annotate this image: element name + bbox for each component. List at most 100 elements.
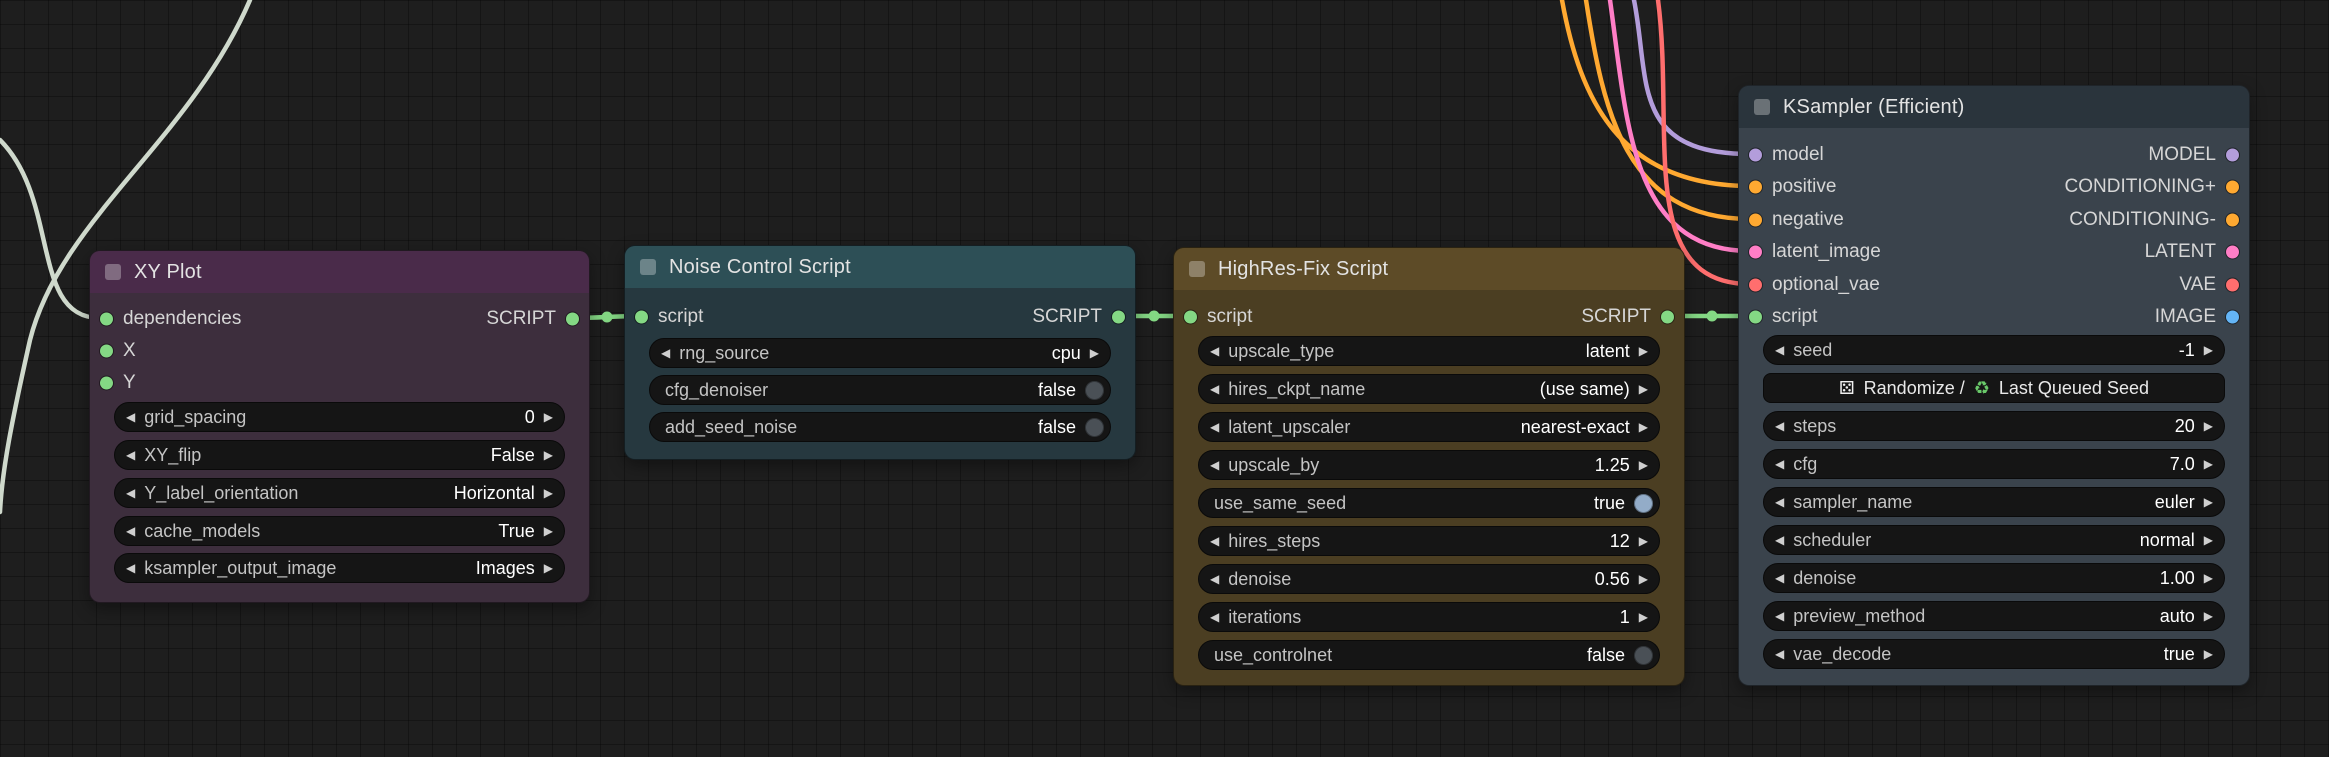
increment-arrow-icon[interactable]: ▶ [2204,458,2213,470]
widget-rng-source[interactable]: ◀ rng_source cpu ▶ [649,338,1111,368]
increment-arrow-icon[interactable]: ▶ [1639,611,1648,623]
decrement-arrow-icon[interactable]: ◀ [1210,611,1219,623]
collapse-box-icon[interactable] [105,264,121,280]
decrement-arrow-icon[interactable]: ◀ [126,525,135,537]
output-port-conditioning-plus[interactable] [2226,180,2239,194]
input-port-latent-image[interactable] [1749,245,1762,259]
increment-arrow-icon[interactable]: ▶ [2204,496,2213,508]
widget-steps[interactable]: ◀ steps 20 ▶ [1763,411,2225,441]
output-port-latent[interactable] [2226,245,2239,259]
node-ksampler-efficient[interactable]: KSampler (Efficient) model MODEL positiv… [1738,85,2250,686]
increment-arrow-icon[interactable]: ▶ [1639,535,1648,547]
decrement-arrow-icon[interactable]: ◀ [661,347,670,359]
widget-add-seed-noise[interactable]: add_seed_noise false [649,412,1111,442]
widget-sampler-name[interactable]: ◀ sampler_name euler ▶ [1763,487,2225,517]
widget-vae-decode[interactable]: ◀ vae_decode true ▶ [1763,639,2225,669]
widget-iterations[interactable]: ◀ iterations 1 ▶ [1198,602,1660,632]
decrement-arrow-icon[interactable]: ◀ [1210,383,1219,395]
increment-arrow-icon[interactable]: ▶ [1639,459,1648,471]
input-port-optional-vae[interactable] [1749,278,1762,292]
widget-seed[interactable]: ◀ seed -1 ▶ [1763,335,2225,365]
output-port-vae[interactable] [2226,278,2239,292]
widget-cfg-denoiser[interactable]: cfg_denoiser false [649,375,1111,405]
decrement-arrow-icon[interactable]: ◀ [1775,648,1784,660]
link-dot[interactable] [601,311,613,323]
input-port-script[interactable] [1749,310,1762,324]
output-port-script[interactable] [1112,310,1125,324]
increment-arrow-icon[interactable]: ▶ [544,449,553,461]
collapse-box-icon[interactable] [1754,99,1770,115]
increment-arrow-icon[interactable]: ▶ [2204,344,2213,356]
input-port-model[interactable] [1749,148,1762,162]
output-port-model[interactable] [2226,148,2239,162]
decrement-arrow-icon[interactable]: ◀ [1775,458,1784,470]
link-dot[interactable] [1706,310,1718,322]
increment-arrow-icon[interactable]: ▶ [544,411,553,423]
output-port-conditioning-minus[interactable] [2226,213,2239,227]
increment-arrow-icon[interactable]: ▶ [2204,572,2213,584]
widget-cfg[interactable]: ◀ cfg 7.0 ▶ [1763,449,2225,479]
input-port-positive[interactable] [1749,180,1762,194]
widget-use-controlnet[interactable]: use_controlnet false [1198,640,1660,670]
widget-y-label-orientation[interactable]: ◀ Y_label_orientation Horizontal ▶ [114,478,565,508]
xy-plot-title-bar[interactable]: XY Plot [90,251,589,293]
input-port-y[interactable] [100,376,113,390]
toggle-knob[interactable] [1634,493,1653,513]
input-port-script[interactable] [1184,310,1197,324]
widget-hires-ckpt-name[interactable]: ◀ hires_ckpt_name (use same) ▶ [1198,374,1660,404]
increment-arrow-icon[interactable]: ▶ [2204,610,2213,622]
increment-arrow-icon[interactable]: ▶ [2204,534,2213,546]
widget-cache-models[interactable]: ◀ cache_models True ▶ [114,516,565,546]
toggle-knob[interactable] [1634,645,1653,665]
decrement-arrow-icon[interactable]: ◀ [1775,534,1784,546]
decrement-arrow-icon[interactable]: ◀ [1210,535,1219,547]
decrement-arrow-icon[interactable]: ◀ [126,449,135,461]
input-port-dependencies[interactable] [100,312,113,326]
link-model[interactable] [1631,0,1753,157]
decrement-arrow-icon[interactable]: ◀ [126,411,135,423]
widget-latent-upscaler[interactable]: ◀ latent_upscaler nearest-exact ▶ [1198,412,1660,442]
noise-control-title-bar[interactable]: Noise Control Script [625,246,1135,288]
increment-arrow-icon[interactable]: ▶ [544,525,553,537]
widget-upscale-type[interactable]: ◀ upscale_type latent ▶ [1198,336,1660,366]
decrement-arrow-icon[interactable]: ◀ [1210,573,1219,585]
widget-ksampler-output-image[interactable]: ◀ ksampler_output_image Images ▶ [114,553,565,583]
widget-hires-steps[interactable]: ◀ hires_steps 12 ▶ [1198,526,1660,556]
widget-preview-method[interactable]: ◀ preview_method auto ▶ [1763,601,2225,631]
widget-upscale-by[interactable]: ◀ upscale_by 1.25 ▶ [1198,450,1660,480]
increment-arrow-icon[interactable]: ▶ [2204,648,2213,660]
output-port-script[interactable] [566,312,579,326]
increment-arrow-icon[interactable]: ▶ [544,487,553,499]
decrement-arrow-icon[interactable]: ◀ [1210,345,1219,357]
link-dot[interactable] [1148,310,1160,322]
highres-fix-title-bar[interactable]: HighRes-Fix Script [1174,248,1684,290]
increment-arrow-icon[interactable]: ▶ [1639,383,1648,395]
link-latent-image[interactable] [1607,0,1753,254]
decrement-arrow-icon[interactable]: ◀ [1775,420,1784,432]
node-xy-plot[interactable]: XY Plot dependencies SCRIPT X Y ◀ grid_s… [89,250,590,603]
increment-arrow-icon[interactable]: ▶ [544,562,553,574]
decrement-arrow-icon[interactable]: ◀ [1775,344,1784,356]
randomize-seed-button[interactable]: ⚄ Randomize / ♻ Last Queued Seed [1763,373,2225,403]
input-port-script[interactable] [635,310,648,324]
collapse-box-icon[interactable] [640,259,656,275]
output-port-script[interactable] [1661,310,1674,324]
collapse-box-icon[interactable] [1189,261,1205,277]
decrement-arrow-icon[interactable]: ◀ [1775,610,1784,622]
decrement-arrow-icon[interactable]: ◀ [126,562,135,574]
decrement-arrow-icon[interactable]: ◀ [1775,572,1784,584]
increment-arrow-icon[interactable]: ▶ [1639,421,1648,433]
widget-denoise[interactable]: ◀ denoise 1.00 ▶ [1763,563,2225,593]
ksampler-title-bar[interactable]: KSampler (Efficient) [1739,86,2249,128]
toggle-knob[interactable] [1085,417,1104,437]
widget-use-same-seed[interactable]: use_same_seed true [1198,488,1660,518]
decrement-arrow-icon[interactable]: ◀ [1210,459,1219,471]
increment-arrow-icon[interactable]: ▶ [1639,345,1648,357]
increment-arrow-icon[interactable]: ▶ [1090,347,1099,359]
input-port-negative[interactable] [1749,213,1762,227]
widget-grid-spacing[interactable]: ◀ grid_spacing 0 ▶ [114,402,565,432]
node-noise-control-script[interactable]: Noise Control Script script SCRIPT ◀ rng… [624,245,1136,460]
decrement-arrow-icon[interactable]: ◀ [1210,421,1219,433]
node-graph-canvas[interactable]: XY Plot dependencies SCRIPT X Y ◀ grid_s… [0,0,2329,757]
increment-arrow-icon[interactable]: ▶ [2204,420,2213,432]
